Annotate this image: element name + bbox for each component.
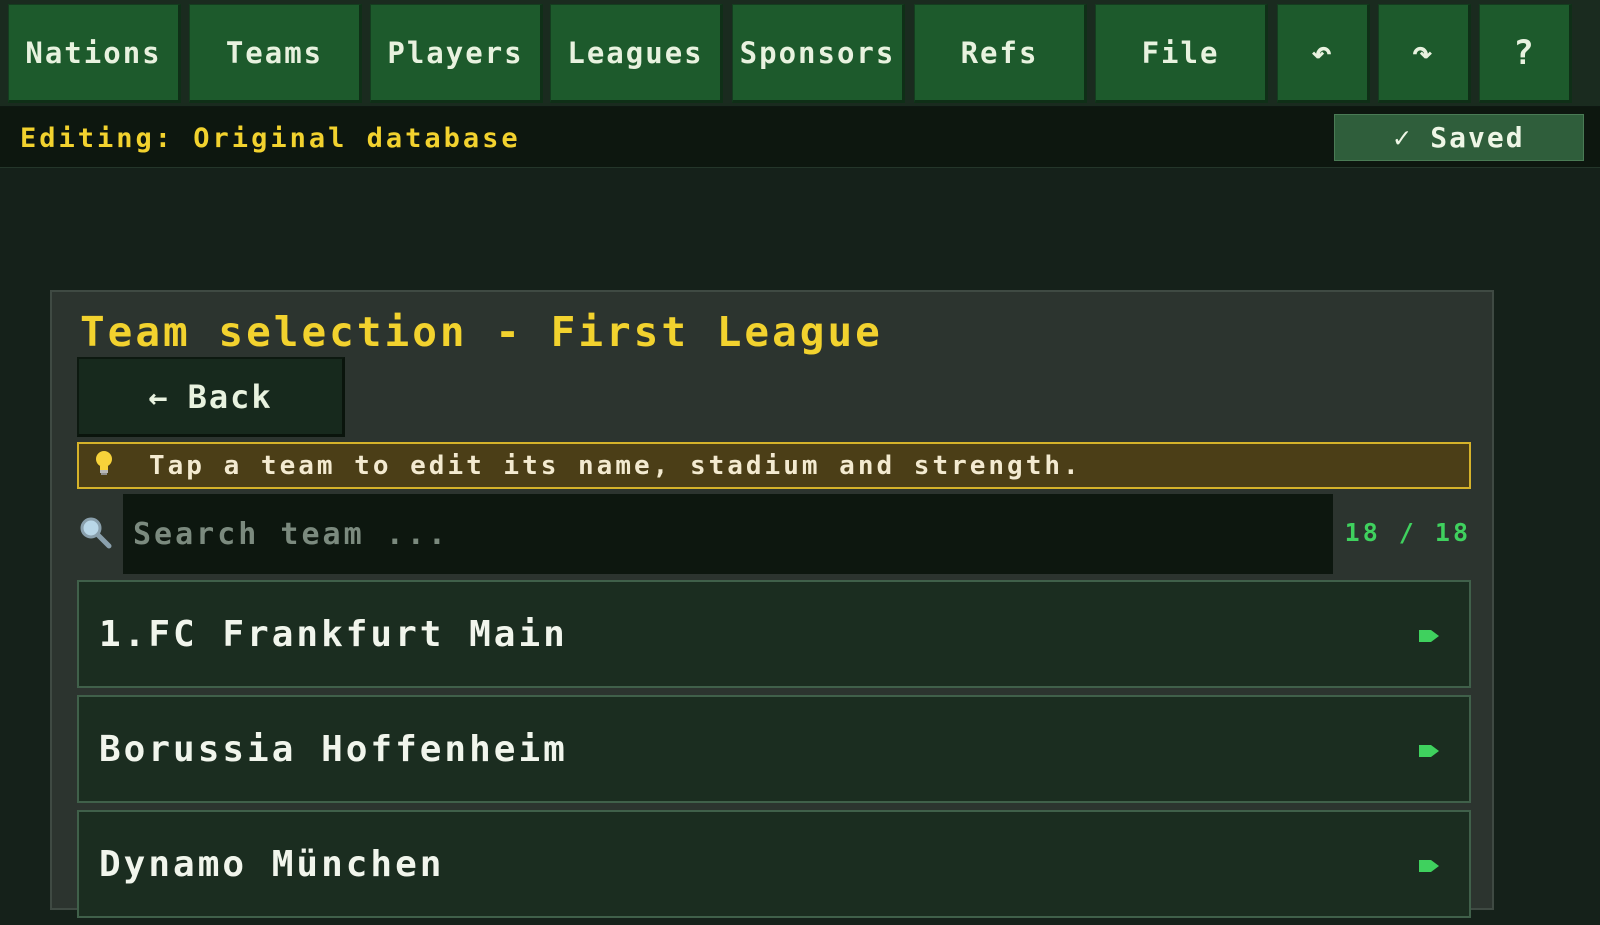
team-name: 1.FC Frankfurt Main xyxy=(99,614,568,655)
arrow-right-icon xyxy=(1419,630,1439,642)
arrow-left-icon: ← xyxy=(148,377,170,416)
back-button-label: Back xyxy=(187,377,273,416)
nav-players-button[interactable]: Players xyxy=(370,4,543,103)
back-button[interactable]: ← Back xyxy=(77,357,345,437)
lightbulb-icon xyxy=(93,449,115,483)
search-row: 18 / 18 xyxy=(77,494,1471,574)
team-row[interactable]: Dynamo München xyxy=(77,810,1471,918)
saved-status-badge: ✓ Saved xyxy=(1334,114,1584,161)
team-row[interactable]: 1.FC Frankfurt Main xyxy=(77,580,1471,688)
team-row[interactable]: Borussia Hoffenheim xyxy=(77,695,1471,803)
undo-icon: ↶ xyxy=(1311,32,1334,73)
team-selection-panel: Team selection - First League ← Back Tap… xyxy=(50,290,1494,918)
editing-status-text: Editing: Original database xyxy=(20,123,521,154)
search-icon xyxy=(80,517,112,549)
search-input[interactable] xyxy=(123,494,1333,574)
help-icon: ? xyxy=(1513,32,1536,73)
hint-banner: Tap a team to edit its name, stadium and… xyxy=(77,442,1471,489)
checkmark-icon: ✓ xyxy=(1393,121,1413,154)
nav-teams-button[interactable]: Teams xyxy=(189,4,362,103)
team-name: Borussia Hoffenheim xyxy=(99,729,568,770)
top-navigation: Nations Teams Players Leagues Sponsors R… xyxy=(0,0,1600,107)
nav-leagues-button[interactable]: Leagues xyxy=(550,4,723,103)
team-count: 18 / 18 xyxy=(1344,518,1471,547)
status-bar: Editing: Original database ✓ Saved xyxy=(0,107,1600,168)
team-list: 1.FC Frankfurt Main Borussia Hoffenheim … xyxy=(77,580,1471,925)
saved-label: Saved xyxy=(1430,121,1525,154)
redo-icon: ↷ xyxy=(1412,32,1435,73)
nav-nations-button[interactable]: Nations xyxy=(8,4,181,103)
nav-file-button[interactable]: File xyxy=(1095,4,1268,103)
page-title: Team selection - First League xyxy=(80,308,883,356)
help-button[interactable]: ? xyxy=(1479,4,1572,103)
lightbulb-icon-svg xyxy=(96,450,112,475)
nav-refs-button[interactable]: Refs xyxy=(914,4,1087,103)
arrow-right-icon xyxy=(1419,860,1439,872)
undo-button[interactable]: ↶ xyxy=(1277,4,1370,103)
redo-button[interactable]: ↷ xyxy=(1378,4,1471,103)
arrow-right-icon xyxy=(1419,745,1439,757)
team-name: Dynamo München xyxy=(99,844,445,885)
hint-text: Tap a team to edit its name, stadium and… xyxy=(149,450,1082,481)
nav-sponsors-button[interactable]: Sponsors xyxy=(732,4,905,103)
